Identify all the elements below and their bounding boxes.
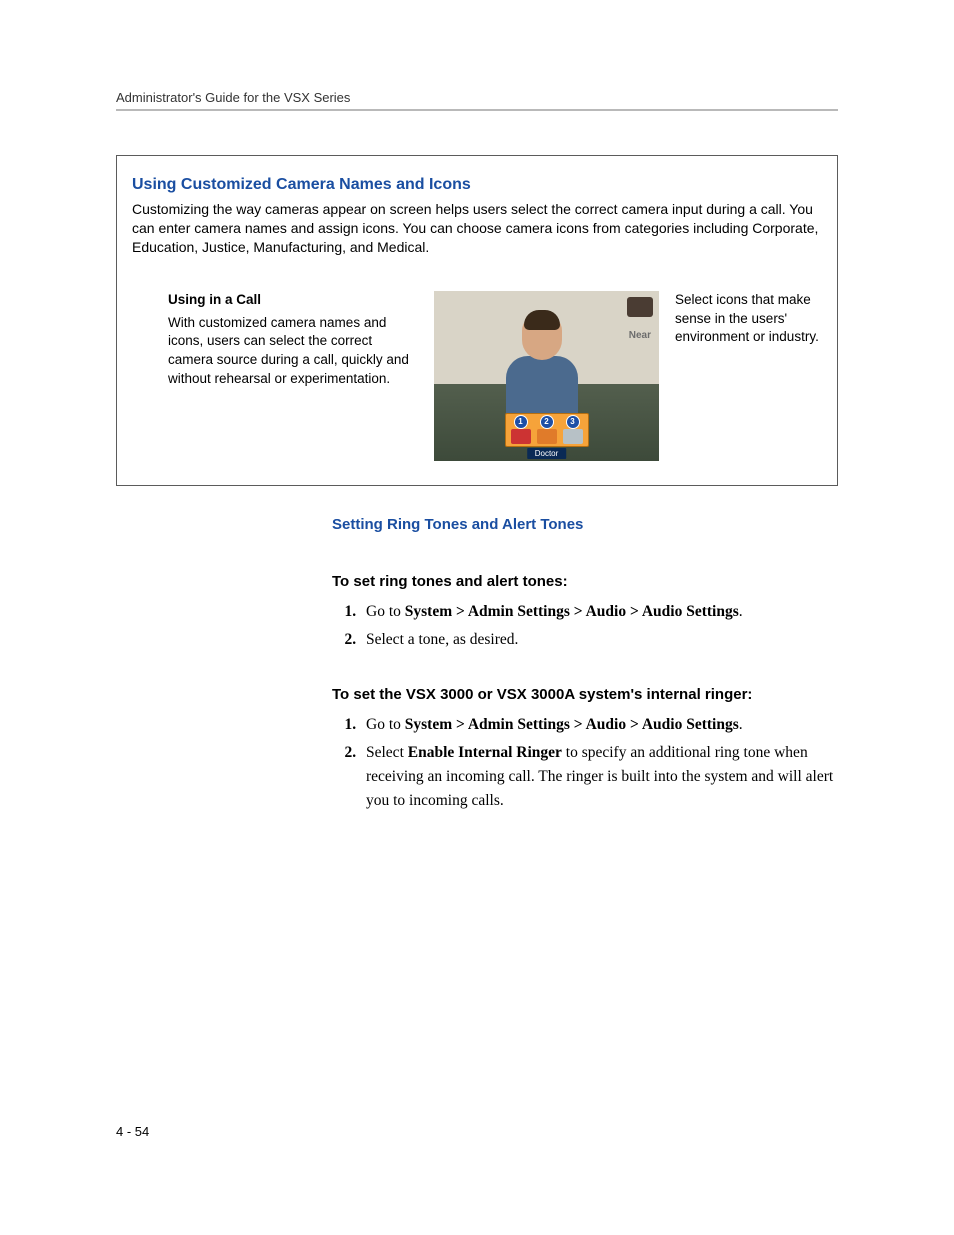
camera-icon-bar: 1 2 3	[505, 413, 589, 447]
near-label: Near	[627, 329, 653, 342]
doctor-label: Doctor	[527, 448, 567, 459]
using-in-call-body: With customized camera names and icons, …	[168, 314, 418, 390]
person-head	[522, 314, 562, 360]
task2-step1-pre: Go to	[366, 716, 405, 733]
camera-badge-3: 3	[567, 416, 579, 428]
feature-right-col: Select icons that make sense in the user…	[675, 291, 822, 348]
camera-badge-2: 2	[541, 416, 553, 428]
person-figure	[502, 314, 582, 424]
task1-heading: To set ring tones and alert tones:	[332, 573, 838, 590]
task1-step1-post: .	[739, 603, 743, 620]
page-number: 4 - 54	[116, 1124, 149, 1139]
camera-icon-3	[563, 429, 583, 444]
feature-row: Using in a Call With customized camera n…	[132, 291, 822, 461]
running-header: Administrator's Guide for the VSX Series	[116, 90, 838, 105]
camera-cell-3: 3	[562, 416, 584, 444]
person-torso	[506, 356, 578, 420]
feature-intro: Customizing the way cameras appear on sc…	[132, 200, 822, 257]
task2-step2: Select Enable Internal Ringer to specify…	[360, 741, 838, 813]
header-rule	[116, 109, 838, 111]
camera-icon-1	[511, 429, 531, 444]
feature-title: Using Customized Camera Names and Icons	[132, 176, 822, 194]
using-in-call-heading: Using in a Call	[168, 291, 418, 310]
page: Administrator's Guide for the VSX Series…	[0, 0, 954, 1235]
task1-step1-bold: System > Admin Settings > Audio > Audio …	[405, 603, 739, 620]
task2-step1-bold: System > Admin Settings > Audio > Audio …	[405, 716, 739, 733]
camera-icon-2	[537, 429, 557, 444]
feature-left-col: Using in a Call With customized camera n…	[132, 291, 418, 389]
task2-step2-bold: Enable Internal Ringer	[408, 744, 562, 761]
task1-step2: Select a tone, as desired.	[360, 628, 838, 652]
person-hair	[524, 310, 560, 330]
task2-heading: To set the VSX 3000 or VSX 3000A system'…	[332, 686, 838, 703]
camera-badge-1: 1	[515, 416, 527, 428]
task1-step1-pre: Go to	[366, 603, 405, 620]
task2-step1-post: .	[739, 716, 743, 733]
camera-cell-2: 2	[536, 416, 558, 444]
task2-steps: Go to System > Admin Settings > Audio > …	[332, 713, 838, 813]
task1-step1: Go to System > Admin Settings > Audio > …	[360, 600, 838, 624]
pip-icon	[627, 297, 653, 317]
task2-step1: Go to System > Admin Settings > Audio > …	[360, 713, 838, 737]
task2-step2-pre: Select	[366, 744, 408, 761]
body-content: Setting Ring Tones and Alert Tones To se…	[332, 516, 838, 813]
feature-screenshot-col: Near 1 2 3	[434, 291, 659, 461]
ringtones-section-title: Setting Ring Tones and Alert Tones	[332, 516, 838, 533]
camera-cell-1: 1	[510, 416, 532, 444]
feature-box: Using Customized Camera Names and Icons …	[116, 155, 838, 486]
task1-steps: Go to System > Admin Settings > Audio > …	[332, 600, 838, 652]
camera-screenshot: Near 1 2 3	[434, 291, 659, 461]
